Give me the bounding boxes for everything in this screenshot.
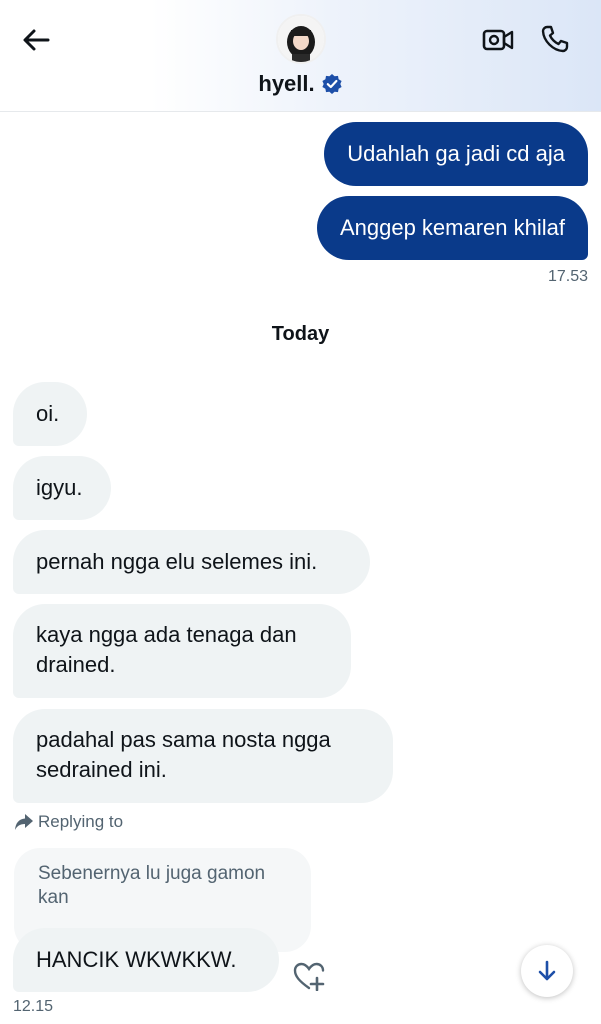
contact-name[interactable]: hyell.	[258, 71, 314, 97]
arrow-left-icon	[23, 29, 50, 51]
voice-call-button[interactable]	[536, 20, 574, 58]
message-text: igyu.	[36, 475, 83, 500]
incoming-message[interactable]: pernah ngga elu selemes ini.	[13, 530, 370, 594]
message-text: Anggep kemaren khilaf	[339, 215, 565, 240]
message-text-line: drained.	[36, 652, 116, 677]
replying-to-text: Replying to	[38, 812, 124, 831]
incoming-message[interactable]: kaya ngga ada tenaga dan drained.	[13, 604, 351, 698]
scroll-to-bottom-button[interactable]	[521, 945, 573, 997]
arrow-down-icon	[538, 960, 556, 981]
avatar[interactable]	[276, 14, 326, 64]
video-call-button[interactable]	[479, 22, 517, 58]
day-separator: Today	[271, 323, 330, 345]
reply-arrow-icon	[15, 814, 33, 830]
quoted-text-line: Sebenernya lu juga gamon	[38, 863, 266, 884]
add-reaction-button[interactable]	[290, 958, 330, 994]
message-text: oi.	[36, 401, 60, 426]
replying-to-label: Replying to	[14, 812, 123, 832]
message-text: pernah ngga elu selemes ini.	[36, 549, 318, 574]
outgoing-message[interactable]: Anggep kemaren khilaf	[316, 196, 588, 260]
outgoing-message[interactable]: Udahlah ga jadi cd aja	[324, 122, 588, 186]
phone-icon	[541, 25, 569, 53]
quoted-text-line: kan	[38, 887, 69, 908]
message-text: HANCIK WKWKKW.	[36, 947, 237, 972]
conversation-header: hyell.	[0, 0, 601, 112]
message-timestamp: 17.53	[547, 268, 588, 285]
video-camera-icon	[482, 29, 514, 51]
incoming-message[interactable]: padahal pas sama nosta ngga sedrained in…	[13, 709, 393, 803]
contact-name-row: hyell.	[0, 71, 601, 97]
message-text-line: kaya ngga ada tenaga dan	[36, 622, 297, 647]
verified-badge-icon	[322, 74, 342, 94]
back-button[interactable]	[16, 22, 56, 58]
message-timestamp: 12.15	[13, 998, 54, 1015]
incoming-message[interactable]: oi.	[13, 382, 87, 446]
incoming-reply-message[interactable]: HANCIK WKWKKW.	[13, 928, 279, 992]
message-text-line: padahal pas sama nosta ngga	[36, 727, 331, 752]
heart-plus-icon	[293, 962, 325, 991]
avatar-image	[278, 16, 324, 62]
message-text: Udahlah ga jadi cd aja	[347, 141, 565, 166]
incoming-message[interactable]: igyu.	[13, 456, 111, 520]
message-text-line: sedrained ini.	[36, 757, 167, 782]
